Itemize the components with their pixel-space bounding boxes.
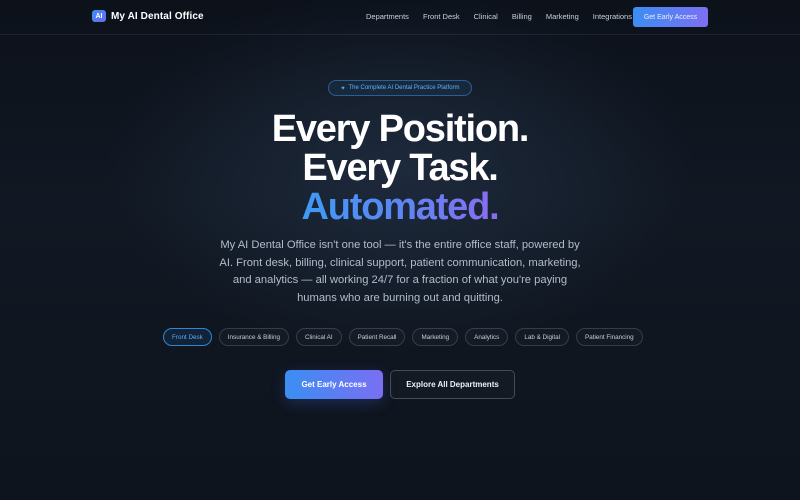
tab-analytics[interactable]: Analytics (465, 328, 509, 346)
explore-departments-button[interactable]: Explore All Departments (390, 370, 515, 399)
department-tabs: Front Desk Insurance & Billing Clinical … (163, 328, 650, 346)
nav-link-departments[interactable]: Departments (366, 12, 409, 21)
tab-front-desk[interactable]: Front Desk (163, 328, 212, 346)
top-navigation: AI My AI Dental Office Departments Front… (0, 0, 800, 35)
headline-line-2: Every Task. (302, 147, 498, 189)
nav-link-marketing[interactable]: Marketing (546, 12, 579, 21)
nav-link-billing[interactable]: Billing (512, 12, 532, 21)
brand-badge-icon: AI (92, 10, 106, 22)
nav-get-early-access-button[interactable]: Get Early Access (633, 7, 708, 27)
headline-gradient-text: Automated. (301, 186, 499, 228)
nav-links: Departments Front Desk Clinical Billing … (366, 12, 646, 21)
sparkle-icon: ✦ (340, 85, 346, 92)
nav-link-front-desk[interactable]: Front Desk (423, 12, 460, 21)
nav-link-clinical[interactable]: Clinical (474, 12, 498, 21)
nav-link-integrations[interactable]: Integrations (593, 12, 632, 21)
brand-name: My AI Dental Office (111, 10, 204, 22)
hero-subtitle: My AI Dental Office isn't one tool — it'… (219, 239, 581, 305)
tab-insurance-billing[interactable]: Insurance & Billing (218, 328, 289, 346)
platform-pill-badge: ✦ The Complete AI Dental Practice Platfo… (328, 80, 472, 96)
tab-patient-financing[interactable]: Patient Financing (576, 328, 643, 346)
tab-clinical-ai[interactable]: Clinical AI (295, 328, 342, 346)
headline-line-3: Automated. (0, 188, 800, 226)
tab-lab-digital[interactable]: Lab & Digital (515, 328, 570, 346)
tab-marketing[interactable]: Marketing (412, 328, 459, 346)
headline-line-1: Every Position. (271, 108, 530, 150)
get-early-access-button[interactable]: Get Early Access (285, 370, 383, 399)
platform-pill-label: The Complete AI Dental Practice Platform (348, 85, 460, 91)
tab-patient-recall[interactable]: Patient Recall (348, 328, 406, 346)
brand-logo[interactable]: AI My AI Dental Office (92, 10, 204, 22)
